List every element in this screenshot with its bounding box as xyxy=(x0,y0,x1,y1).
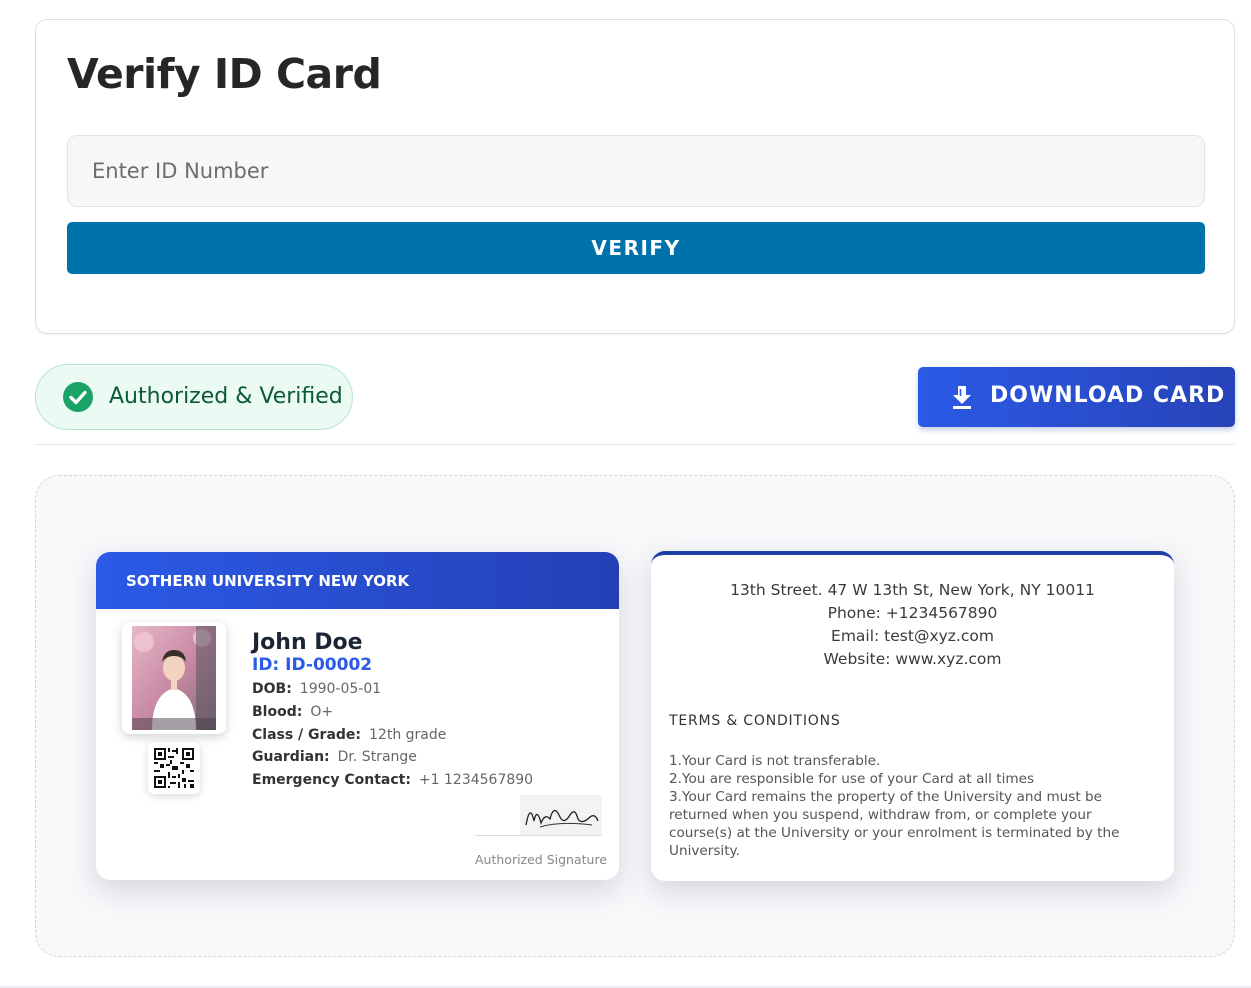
email: Email: test@xyz.com xyxy=(831,627,994,645)
field-row-class: Class / Grade: 12th grade xyxy=(252,727,446,743)
page-title: Verify ID Card xyxy=(67,50,382,98)
field-row-emergency: Emergency Contact: +1 1234567890 xyxy=(252,772,533,788)
signature-label: Authorized Signature xyxy=(475,852,608,867)
id-card-back: 13th Street. 47 W 13th St, New York, NY … xyxy=(651,551,1174,881)
download-card-label: DOWNLOAD CARD xyxy=(990,383,1226,408)
signature-image xyxy=(520,795,602,835)
student-photo xyxy=(122,622,226,734)
qr-code xyxy=(148,742,200,794)
holder-id: ID: ID-00002 xyxy=(252,655,373,675)
divider xyxy=(35,444,1235,445)
check-circle-icon xyxy=(63,382,93,412)
field-label: Emergency Contact: xyxy=(252,772,411,788)
field-label: Class / Grade: xyxy=(252,727,362,743)
terms-list: 1.Your Card is not transferable. 2.You a… xyxy=(669,752,1149,860)
verify-button[interactable]: VERIFY xyxy=(67,222,1205,274)
phone: Phone: +1234567890 xyxy=(827,604,998,622)
id-number-input[interactable] xyxy=(67,135,1205,207)
field-value: +1 1234567890 xyxy=(418,772,534,788)
verify-panel: Verify ID Card VERIFY xyxy=(35,19,1235,334)
field-label: Blood: xyxy=(252,704,303,720)
field-value: O+ xyxy=(310,704,334,720)
field-value: 1990-05-01 xyxy=(299,681,382,697)
status-label: Authorized & Verified xyxy=(109,384,343,409)
holder-name: John Doe xyxy=(252,630,363,655)
id-card-front: SOTHERN UNIVERSITY NEW YORK John Doe ID:… xyxy=(96,552,619,880)
terms-heading: TERMS & CONDITIONS xyxy=(669,713,841,729)
university-name: SOTHERN UNIVERSITY NEW YORK xyxy=(126,572,410,590)
field-row-guardian: Guardian: Dr. Strange xyxy=(252,749,417,765)
term-item: 3.Your Card remains the property of the … xyxy=(669,789,1120,859)
field-row-dob: DOB: 1990-05-01 xyxy=(252,681,381,697)
term-item: 1.Your Card is not transferable. xyxy=(669,753,881,769)
website: Website: www.xyz.com xyxy=(823,650,1002,668)
field-value: Dr. Strange xyxy=(337,749,417,765)
address: 13th Street. 47 W 13th St, New York, NY … xyxy=(730,581,1095,599)
term-item: 2.You are responsible for use of your Ca… xyxy=(669,771,1035,787)
signature-line xyxy=(475,835,602,836)
download-arrow-icon xyxy=(951,384,973,410)
field-row-blood: Blood: O+ xyxy=(252,704,333,720)
status-badge: Authorized & Verified xyxy=(35,364,353,430)
card-header: SOTHERN UNIVERSITY NEW YORK xyxy=(96,552,619,609)
field-label: Guardian: xyxy=(252,749,330,765)
field-label: DOB: xyxy=(252,681,292,697)
field-value: 12th grade xyxy=(369,727,447,743)
download-card-button[interactable]: DOWNLOAD CARD xyxy=(918,367,1235,427)
